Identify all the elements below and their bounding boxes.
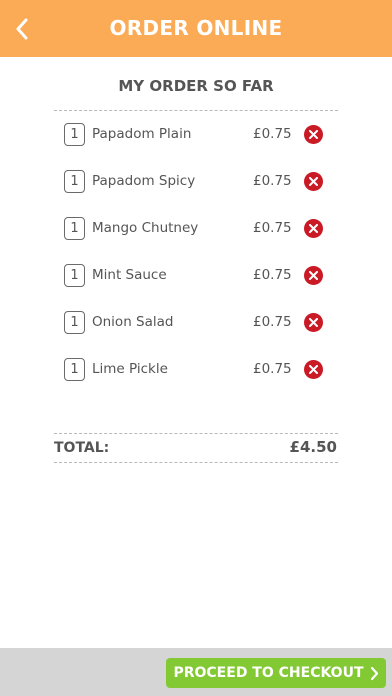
item-name: Papadom Plain xyxy=(92,126,192,142)
quantity-box[interactable]: 1 xyxy=(64,311,85,334)
order-item: 1 Papadom Spicy £0.75 xyxy=(0,159,392,206)
proceed-to-checkout-button[interactable]: PROCEED TO CHECKOUT xyxy=(166,658,386,688)
item-name: Mango Chutney xyxy=(92,220,199,236)
chevron-right-icon xyxy=(370,666,378,680)
order-item: 1 Lime Pickle £0.75 xyxy=(0,347,392,394)
remove-icon xyxy=(309,318,318,327)
remove-icon xyxy=(309,365,318,374)
item-price: £0.75 xyxy=(253,314,292,330)
item-name: Lime Pickle xyxy=(92,361,168,377)
remove-item-button[interactable] xyxy=(304,172,323,191)
item-price: £0.75 xyxy=(253,126,292,142)
item-price: £0.75 xyxy=(253,267,292,283)
remove-item-button[interactable] xyxy=(304,125,323,144)
quantity-box[interactable]: 1 xyxy=(64,123,85,146)
remove-item-button[interactable] xyxy=(304,266,323,285)
remove-icon xyxy=(309,177,318,186)
item-price: £0.75 xyxy=(253,220,292,236)
total-label: TOTAL: xyxy=(54,440,110,456)
divider xyxy=(54,462,338,463)
item-name: Papadom Spicy xyxy=(92,173,196,189)
remove-icon xyxy=(309,224,318,233)
divider xyxy=(54,110,338,111)
order-item: 1 Mango Chutney £0.75 xyxy=(0,206,392,253)
item-name: Onion Salad xyxy=(92,314,174,330)
quantity-box[interactable]: 1 xyxy=(64,170,85,193)
order-item: 1 Onion Salad £0.75 xyxy=(0,300,392,347)
quantity-box[interactable]: 1 xyxy=(64,358,85,381)
item-price: £0.75 xyxy=(253,361,292,377)
quantity-box[interactable]: 1 xyxy=(64,264,85,287)
remove-item-button[interactable] xyxy=(304,313,323,332)
item-name: Mint Sauce xyxy=(92,267,167,283)
remove-item-button[interactable] xyxy=(304,219,323,238)
remove-icon xyxy=(309,271,318,280)
total-value: £4.50 xyxy=(289,438,337,456)
app-header: ORDER ONLINE xyxy=(0,0,392,57)
remove-item-button[interactable] xyxy=(304,360,323,379)
order-section-title: MY ORDER SO FAR xyxy=(118,77,274,95)
remove-icon xyxy=(309,130,318,139)
checkout-label: PROCEED TO CHECKOUT xyxy=(173,665,364,681)
order-item: 1 Mint Sauce £0.75 xyxy=(0,253,392,300)
item-price: £0.75 xyxy=(253,173,292,189)
page-title: ORDER ONLINE xyxy=(109,16,283,40)
quantity-box[interactable]: 1 xyxy=(64,217,85,240)
divider xyxy=(54,433,338,434)
order-item: 1 Papadom Plain £0.75 xyxy=(0,112,392,159)
